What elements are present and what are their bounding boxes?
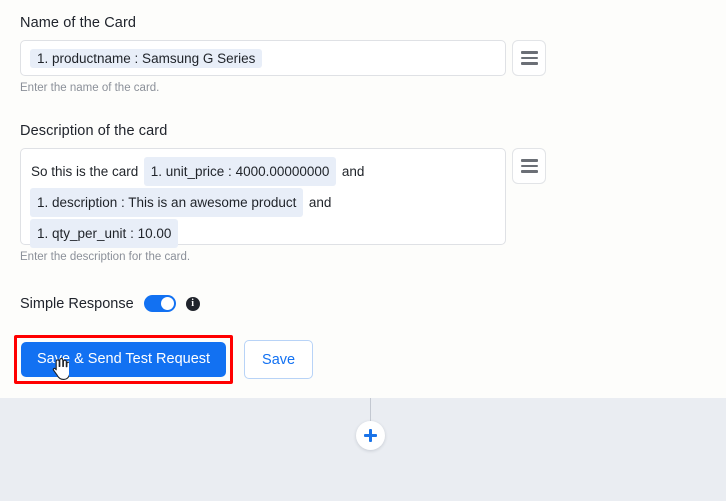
description-line: 1. description : This is an awesome prod… — [30, 188, 496, 217]
description-line: So this is the card 1. unit_price : 4000… — [30, 157, 496, 186]
menu-bar — [520, 170, 538, 173]
menu-bar — [520, 164, 538, 168]
description-help-text: Enter the description for the card. — [20, 251, 191, 263]
token-chip-description[interactable]: 1. description : This is an awesome prod… — [30, 188, 304, 217]
description-static-text: and — [341, 164, 365, 179]
info-icon[interactable]: i — [185, 296, 200, 311]
workflow-connector-line — [370, 398, 371, 422]
toggle-knob — [160, 297, 174, 310]
save-button[interactable]: Save — [244, 340, 314, 379]
simple-response-label: Simple Response — [20, 295, 134, 312]
token-chip-unit-price[interactable]: 1. unit_price : 4000.00000000 — [143, 157, 337, 186]
save-and-send-test-request-button[interactable]: Save & Send Test Request — [21, 342, 227, 377]
name-of-card-field-block: Name of the Card 1. productname : Samsun… — [20, 14, 546, 95]
description-row: So this is the card 1. unit_price : 4000… — [20, 148, 546, 248]
plus-icon — [369, 429, 372, 442]
menu-bar — [520, 159, 538, 162]
menu-bar — [520, 56, 538, 60]
name-of-card-help-text: Enter the name of the card. — [20, 82, 160, 94]
add-node-button[interactable] — [356, 421, 385, 450]
menu-bar — [520, 62, 538, 65]
description-static-text: and — [308, 195, 332, 210]
token-chip-productname[interactable]: 1. productname : Samsung G Series — [30, 48, 263, 68]
hamburger-menu-icon-description-field[interactable] — [512, 148, 546, 184]
description-static-text: So this is the card — [31, 164, 139, 179]
simple-response-toggle[interactable] — [143, 295, 176, 312]
name-of-card-row: 1. productname : Samsung G Series — [20, 40, 546, 76]
description-line: 1. qty_per_unit : 10.00 — [30, 219, 496, 248]
menu-bar — [520, 51, 538, 54]
name-of-card-label: Name of the Card — [20, 15, 137, 31]
hamburger-menu-icon-name-field[interactable] — [512, 40, 546, 76]
description-field-block: Description of the card So this is the c… — [20, 122, 546, 264]
description-input[interactable]: So this is the card 1. unit_price : 4000… — [20, 148, 506, 248]
workflow-canvas — [0, 398, 726, 501]
highlight-box: Save & Send Test Request — [14, 335, 234, 384]
card-form-panel: Name of the Card 1. productname : Samsun… — [0, 0, 726, 398]
description-label: Description of the card — [20, 123, 168, 139]
form-actions: Save & Send Test Request Save — [14, 335, 314, 384]
name-of-card-input[interactable]: 1. productname : Samsung G Series — [20, 40, 506, 76]
simple-response-row: Simple Response i — [20, 295, 200, 312]
token-chip-qty-per-unit[interactable]: 1. qty_per_unit : 10.00 — [30, 219, 179, 248]
